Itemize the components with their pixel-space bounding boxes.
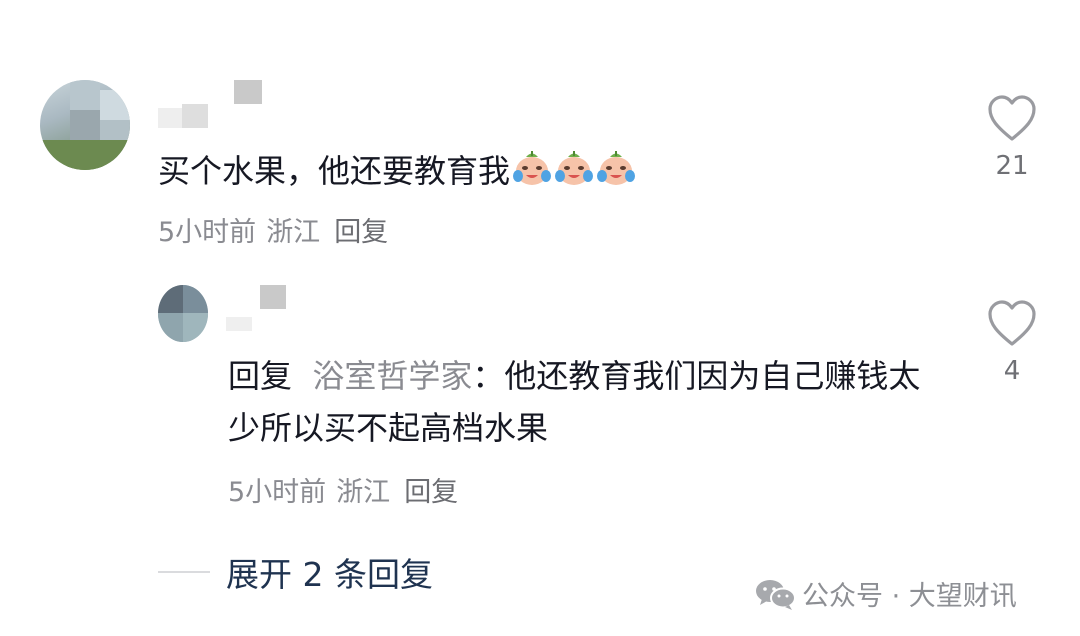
crying-laughing-emoji-icon	[512, 148, 552, 188]
comment-text: 买个水果，他还要教育我	[158, 148, 636, 193]
avatar-pixel	[158, 285, 183, 313]
like-count: 4	[1003, 356, 1021, 386]
avatar-pixel	[158, 313, 183, 342]
expand-replies-button[interactable]: 展开 2 条回复	[226, 548, 433, 596]
reply-time: 5小时前	[228, 477, 327, 508]
expand-divider	[158, 571, 210, 573]
reply-location: 浙江	[336, 477, 391, 508]
reply-like[interactable]: 4	[984, 300, 1040, 386]
reply-username-blurred[interactable]	[226, 285, 296, 335]
reply-text: 回复 浴室哲学家：他还教育我们因为自己赚钱太少所以买不起高档水果	[228, 350, 928, 454]
avatar-pixel	[183, 313, 208, 342]
reply-reply-button[interactable]: 回复	[404, 477, 458, 508]
avatar-pixel	[70, 80, 100, 110]
comment-meta: 5小时前 浙江 回复	[158, 210, 388, 249]
watermark: 公众号 · 大望财讯	[754, 574, 1017, 613]
reply-avatar[interactable]	[158, 285, 208, 342]
wechat-icon	[756, 579, 796, 610]
reply-to-name[interactable]: 浴室哲学家	[312, 357, 472, 395]
crying-laughing-emoji-icon	[554, 148, 594, 188]
like-count: 21	[995, 151, 1029, 181]
comment-like[interactable]: 21	[984, 95, 1040, 181]
heart-icon[interactable]	[987, 95, 1037, 143]
reply-colon: ：	[472, 357, 505, 395]
reply-meta: 5小时前 浙江 回复	[228, 470, 458, 509]
heart-icon[interactable]	[987, 300, 1037, 348]
avatar-pixel	[183, 285, 208, 313]
username-blurred[interactable]	[158, 80, 268, 130]
crying-laughing-emoji-icon	[596, 148, 636, 188]
avatar-pixel	[70, 110, 100, 140]
avatar[interactable]	[40, 80, 130, 170]
comment-reply-button[interactable]: 回复	[334, 217, 388, 248]
comment-time: 5小时前	[158, 217, 257, 248]
watermark-text: 公众号 · 大望财讯	[802, 581, 1017, 612]
reply-prefix: 回复	[228, 357, 293, 395]
avatar-pixel	[40, 140, 130, 170]
comment-location: 浙江	[266, 217, 321, 248]
comment-body: 买个水果，他还要教育我	[158, 152, 511, 190]
avatar-pixel	[100, 90, 130, 120]
avatar-pixel	[100, 120, 130, 140]
